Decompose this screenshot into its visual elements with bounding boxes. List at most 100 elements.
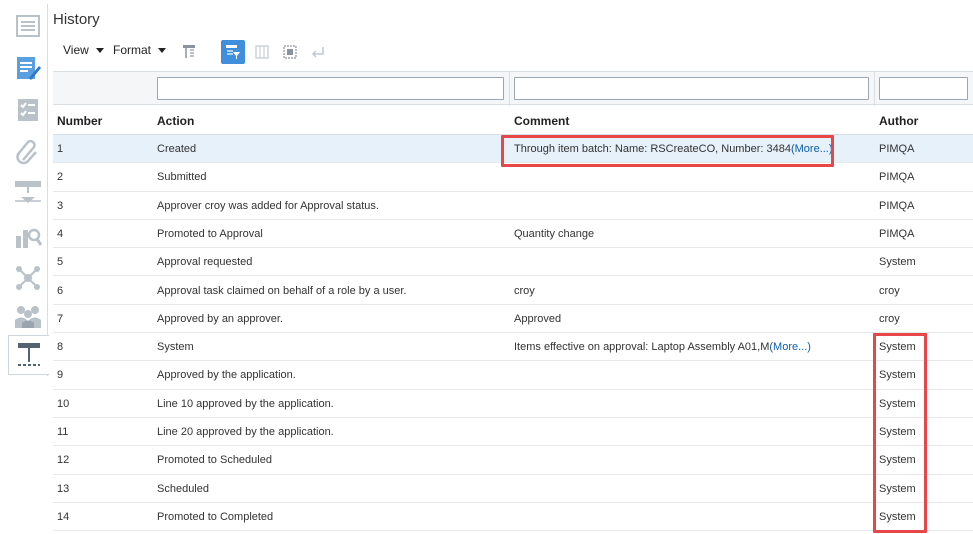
table-row[interactable]: 8 System Items effective on approval: Lapt… xyxy=(53,333,973,362)
column-divider xyxy=(509,72,510,106)
column-header-number[interactable]: Number xyxy=(57,114,102,128)
cell-author: System xyxy=(879,454,916,467)
cell-action: Scheduled xyxy=(157,482,209,495)
author-filter-input[interactable] xyxy=(879,77,968,100)
cell-action: Created xyxy=(157,143,197,155)
detach-icon[interactable] xyxy=(278,40,302,64)
cell-author: System xyxy=(879,426,916,438)
cell-number: 5 xyxy=(57,256,64,269)
table-row[interactable]: 10 Line 10 approved by the application. Sy… xyxy=(53,390,973,418)
column-header-author[interactable]: Author xyxy=(879,114,918,128)
table-row[interactable]: 5 Approval requested System xyxy=(53,248,973,277)
wrap-icon[interactable] xyxy=(306,40,330,64)
column-header-action[interactable]: Action xyxy=(157,114,194,128)
cell-action: Approved by the application. xyxy=(157,369,296,382)
chevron-down-icon xyxy=(95,47,104,53)
cell-action: Submitted xyxy=(157,171,207,184)
table-row[interactable]: 2 Submitted PIMQA xyxy=(53,163,973,192)
cell-author: System xyxy=(879,510,916,523)
cell-author: croy xyxy=(879,312,900,325)
cell-number: 8 xyxy=(57,341,64,354)
filter-row xyxy=(53,71,973,106)
view-menu-label: View xyxy=(63,43,89,57)
cell-action: Line 20 approved by the application. xyxy=(157,426,334,438)
more-link[interactable]: (More...) xyxy=(791,143,833,155)
cell-number: 14 xyxy=(57,510,70,523)
table-row[interactable]: 3 Approver croy was added for Approval st… xyxy=(53,192,973,220)
comment-filter-input[interactable] xyxy=(514,77,869,100)
cell-number: 2 xyxy=(57,171,64,184)
overview-icon[interactable] xyxy=(8,6,48,46)
cell-action: Approval requested xyxy=(157,256,253,269)
table-row[interactable]: 1 Created Through item batch: Name: RSCrea… xyxy=(53,135,973,164)
table-row[interactable]: 11 Line 20 approved by the application. Sy… xyxy=(53,418,973,447)
cell-number: 13 xyxy=(57,482,70,495)
cell-author: PIMQA xyxy=(879,227,915,240)
cell-comment: Approved xyxy=(514,313,561,325)
format-menu[interactable]: Format xyxy=(113,43,167,57)
cell-comment: croy xyxy=(514,285,535,297)
column-icon[interactable] xyxy=(250,40,274,64)
checklist-icon[interactable] xyxy=(8,90,48,130)
cell-number: 11 xyxy=(57,426,69,438)
table-row[interactable]: 12 Promoted to Scheduled System xyxy=(53,446,973,475)
cell-action: Approved by an approver. xyxy=(157,312,283,325)
cell-action: Promoted to Approval xyxy=(157,227,263,240)
cell-action: Line 10 approved by the application. xyxy=(157,397,334,410)
column-header-comment[interactable]: Comment xyxy=(514,114,569,128)
view-menu[interactable]: View xyxy=(63,43,104,57)
comment-text: Approved xyxy=(514,312,562,325)
cell-number: 9 xyxy=(57,369,64,382)
more-link[interactable]: (More...) xyxy=(769,341,811,353)
cell-number: 6 xyxy=(57,284,64,297)
cell-action: System xyxy=(157,341,194,354)
table-row[interactable]: 13 Scheduled System xyxy=(53,475,973,503)
format-menu-label: Format xyxy=(113,43,152,57)
cell-action: Approver croy was added for Approval sta… xyxy=(157,199,379,212)
action-filter-input[interactable] xyxy=(157,77,504,100)
cell-author: System xyxy=(879,341,916,354)
column-divider xyxy=(874,72,875,106)
history-icon[interactable] xyxy=(8,335,49,375)
cell-comment: Through item batch: Name: RSCreateCO, Nu… xyxy=(514,143,833,155)
cell-author: System xyxy=(879,369,916,382)
side-navigation-rail xyxy=(8,4,49,376)
cell-number: 10 xyxy=(57,397,70,410)
cell-author: PIMQA xyxy=(879,171,915,184)
cell-number: 12 xyxy=(57,454,70,467)
cell-action: Approval task claimed on behalf of a rol… xyxy=(157,284,407,297)
flow-icon[interactable] xyxy=(8,174,48,214)
freeze-icon[interactable] xyxy=(177,40,201,64)
team-icon[interactable] xyxy=(8,296,48,336)
cell-action: Promoted to Completed xyxy=(157,510,274,523)
cell-author: System xyxy=(879,256,916,269)
cell-author: PIMQA xyxy=(879,143,915,155)
network-icon[interactable] xyxy=(8,258,48,298)
cell-author: System xyxy=(879,397,916,410)
cell-author: croy xyxy=(879,284,900,297)
table-header: Number Action Comment Author xyxy=(53,105,973,135)
analytics-icon[interactable] xyxy=(8,216,48,256)
table-row[interactable]: 9 Approved by the application. System xyxy=(53,361,973,390)
query-by-example-icon[interactable] xyxy=(221,40,245,64)
comment-text: Quantity change xyxy=(514,227,595,240)
chevron-down-icon xyxy=(158,47,167,53)
cell-number: 4 xyxy=(57,227,64,240)
cell-comment: Quantity change xyxy=(514,228,594,240)
cell-number: 3 xyxy=(57,199,64,212)
attachment-icon[interactable] xyxy=(8,132,48,172)
cell-author: PIMQA xyxy=(879,199,915,212)
comment-text: Items effective on approval: Laptop Asse… xyxy=(514,341,770,354)
comment-text: croy xyxy=(514,284,535,297)
table-row[interactable]: 4 Promoted to Approval Quantity change PIMQ… xyxy=(53,220,973,249)
cell-comment: Items effective on approval: Laptop Asse… xyxy=(514,341,811,353)
page-title: History xyxy=(53,11,100,28)
table-row[interactable]: 7 Approved by an approver. Approved croy xyxy=(53,305,973,334)
comment-text: Through item batch: Name: RSCreateCO, Nu… xyxy=(514,143,791,155)
cell-number: 1 xyxy=(57,143,64,155)
table-toolbar: View Format xyxy=(53,38,353,66)
cell-action: Promoted to Scheduled xyxy=(157,454,272,467)
table-row[interactable]: 6 Approval task claimed on behalf of a ro… xyxy=(53,277,973,305)
edit-document-icon[interactable] xyxy=(8,48,48,88)
table-row[interactable]: 14 Promoted to Completed System xyxy=(53,503,973,532)
